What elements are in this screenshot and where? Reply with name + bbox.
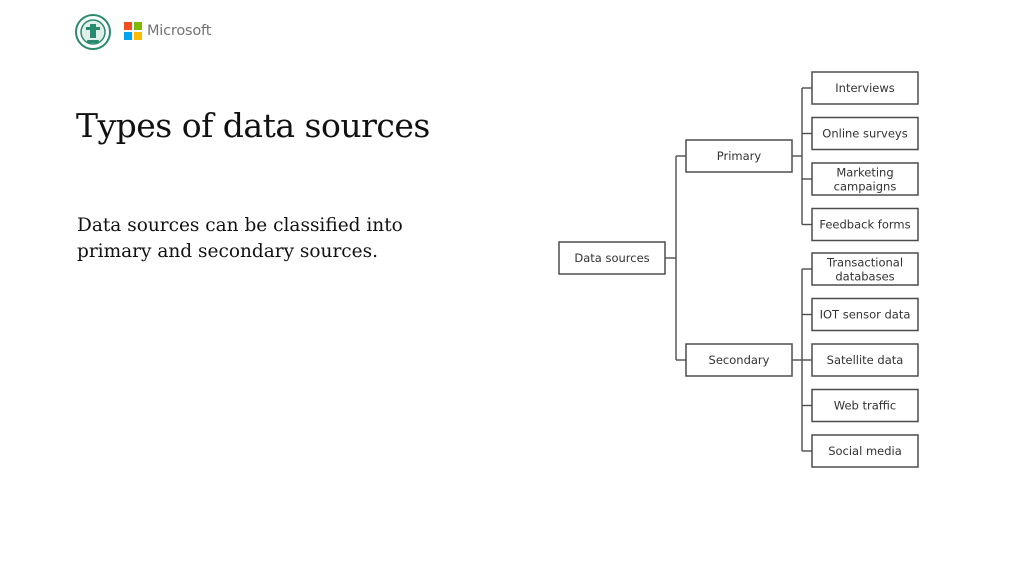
- node-feedback-forms-label: Feedback forms: [819, 218, 910, 232]
- node-interviews-label: Interviews: [835, 81, 894, 95]
- node-transactional-databases-label-line-2: databases: [835, 270, 894, 284]
- node-marketing-campaigns-label-line-2: campaigns: [834, 180, 897, 194]
- node-web-traffic-label: Web traffic: [834, 399, 896, 413]
- node-iot-sensor-data-label: IOT sensor data: [820, 308, 911, 322]
- node-online-surveys-label: Online surveys: [822, 127, 907, 141]
- node-social-media-label: Social media: [828, 444, 902, 458]
- node-secondary-label: Secondary: [709, 353, 770, 367]
- data-sources-tree-diagram: Data sources Primary Interviews Online surv…: [558, 71, 919, 468]
- node-satellite-data-label: Satellite data: [827, 353, 904, 367]
- node-root-label: Data sources: [574, 251, 649, 265]
- node-primary-label: Primary: [717, 149, 762, 163]
- node-transactional-databases-label-line-1: Transactional: [826, 256, 903, 270]
- node-marketing-campaigns-label-line-1: Marketing: [836, 166, 893, 180]
